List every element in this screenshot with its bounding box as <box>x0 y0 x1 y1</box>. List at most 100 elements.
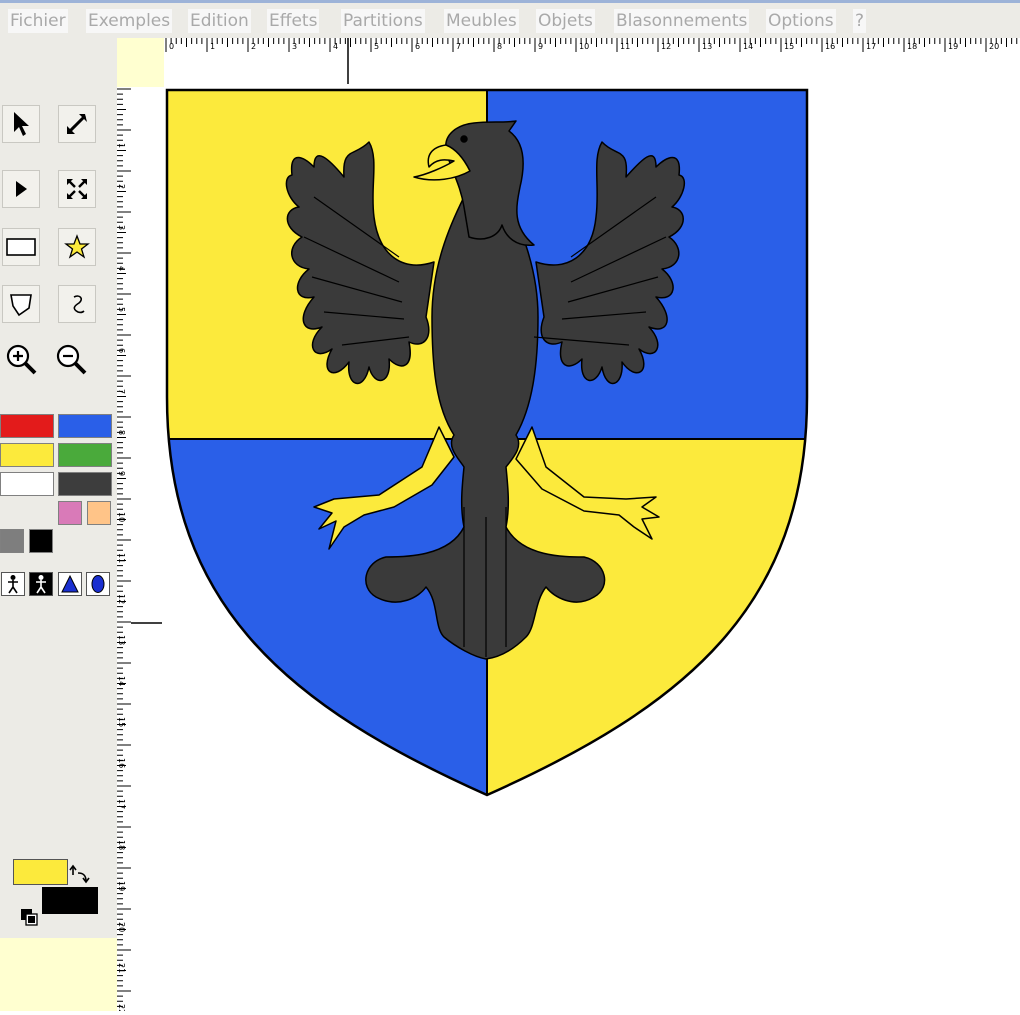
ruler-label: 12 <box>661 42 671 51</box>
person-icon <box>8 575 18 594</box>
ruler-label: 11 <box>117 553 126 563</box>
rectangle-icon <box>6 238 36 256</box>
default-colors-icon[interactable] <box>18 906 40 928</box>
menu-options[interactable]: Options <box>766 9 836 33</box>
ruler-label: 17 <box>117 799 126 809</box>
menu-exemples[interactable]: Exemples <box>86 9 173 33</box>
color-swatch-dark-gray[interactable] <box>58 472 112 496</box>
ruler-label: 16 <box>825 42 835 51</box>
ruler-label: 9 <box>538 42 543 51</box>
horizontal-ruler-scale: 0123456789101112131415161718192021 <box>165 38 1018 84</box>
foreground-color[interactable] <box>13 859 68 885</box>
lasso-tool[interactable] <box>58 285 96 323</box>
zoom-in-icon <box>6 344 37 375</box>
ruler-label: 15 <box>784 42 794 51</box>
vertical-ruler[interactable]: 1 2 3 4 5 6 7 8 9 10 11 12 13 14 15 16 17 18 19 20 21 22 <box>117 87 164 1011</box>
menu-blasonnements[interactable]: Blasonnements <box>614 9 750 33</box>
ruler-label: 20 <box>117 922 126 932</box>
zoom-in-tool[interactable] <box>2 340 40 378</box>
color-swatch-white[interactable] <box>0 472 54 496</box>
ruler-label: 4 <box>117 266 126 271</box>
rectangle-tool[interactable] <box>2 228 40 266</box>
color-swatch-red[interactable] <box>0 414 54 438</box>
polygon-icon <box>10 294 32 317</box>
pointer-icon <box>16 181 27 197</box>
ruler-label: 19 <box>948 42 958 51</box>
zoom-out-icon <box>56 344 87 375</box>
move-arrows-icon <box>67 179 87 199</box>
color-swatch-black[interactable] <box>29 529 53 553</box>
ruler-label: 21 <box>117 963 126 973</box>
figure-white-button[interactable] <box>1 572 25 596</box>
lasso-icon <box>73 295 85 314</box>
color-swatch-green[interactable] <box>58 443 112 467</box>
ruler-label: 13 <box>702 42 712 51</box>
color-swatch-blue[interactable] <box>58 414 112 438</box>
polygon-tool[interactable] <box>2 285 40 323</box>
ruler-label: 18 <box>117 840 126 850</box>
ruler-label: 7 <box>456 42 461 51</box>
menu-meubles[interactable]: Meubles <box>444 9 519 33</box>
ruler-label: 5 <box>374 42 379 51</box>
menu-effets[interactable]: Effets <box>267 9 320 33</box>
ruler-label: 11 <box>620 42 630 51</box>
ruler-label: 10 <box>579 42 589 51</box>
eagle-eye <box>460 135 468 143</box>
menu-partitions[interactable]: Partitions <box>341 9 425 33</box>
coat-of-arms[interactable] <box>164 87 1020 1011</box>
zoom-out-tool[interactable] <box>52 340 90 378</box>
move-arrows-tool[interactable] <box>58 170 96 208</box>
ruler-label: 0 <box>169 42 174 51</box>
ruler-label: 13 <box>117 635 126 645</box>
color-swatch-peach[interactable] <box>87 501 111 525</box>
menu-fichier[interactable]: Fichier <box>8 9 68 33</box>
triangle-blue-button[interactable] <box>58 572 82 596</box>
ruler-label: 4 <box>333 42 338 51</box>
resize-diagonal-icon <box>67 114 87 134</box>
resize-diagonal-tool[interactable] <box>58 105 96 143</box>
ruler-label: 9 <box>117 471 126 476</box>
menu-bar: Fichier Exemples Edition Effets Partitio… <box>0 0 1020 38</box>
background-color[interactable] <box>42 887 98 914</box>
ruler-label: 15 <box>117 717 126 727</box>
ruler-label: 17 <box>866 42 876 51</box>
color-swatch-yellow[interactable] <box>0 443 54 467</box>
pointer-tool[interactable] <box>2 170 40 208</box>
ruler-label: 6 <box>415 42 420 51</box>
ruler-label: 18 <box>907 42 917 51</box>
ruler-label: 2 <box>117 184 126 189</box>
ruler-label: 6 <box>117 348 126 353</box>
ruler-label: 22 <box>117 1004 126 1011</box>
menu-help[interactable]: ? <box>853 9 867 33</box>
ruler-label: 12 <box>117 594 126 604</box>
ruler-label: 14 <box>117 676 126 686</box>
ruler-label: 14 <box>743 42 753 51</box>
ruler-label: 20 <box>989 42 999 51</box>
select-arrow-icon <box>14 112 29 136</box>
ruler-label: 8 <box>497 42 502 51</box>
figure-black-button[interactable] <box>29 572 53 596</box>
ruler-label: 3 <box>117 225 126 230</box>
ruler-label: 1 <box>117 143 126 148</box>
ruler-label: 8 <box>117 430 126 435</box>
swap-colors-icon[interactable] <box>68 863 92 887</box>
toolbar-footer <box>0 938 117 1011</box>
star-icon <box>64 234 90 259</box>
ruler-label: 3 <box>292 42 297 51</box>
ruler-label: 19 <box>117 881 126 891</box>
color-swatch-gray[interactable] <box>0 529 24 553</box>
vertical-ruler-scale: 12345678910111213141516171819202122 <box>117 88 162 1011</box>
ruler-label: 16 <box>117 758 126 768</box>
triangle-icon <box>61 574 79 593</box>
horizontal-ruler[interactable]: 0123456789101112131415161718192021 <box>164 38 1020 88</box>
menu-objets[interactable]: Objets <box>536 9 595 33</box>
color-swatch-pink[interactable] <box>58 501 82 525</box>
star-tool[interactable] <box>58 228 96 266</box>
menu-edition[interactable]: Edition <box>188 9 251 33</box>
oval-blue-button[interactable] <box>86 572 110 596</box>
ruler-label: 10 <box>117 512 126 522</box>
select-arrow-tool[interactable] <box>2 105 40 143</box>
drawing-canvas[interactable] <box>164 87 1020 1011</box>
ruler-label: 7 <box>117 389 126 394</box>
ruler-label: 1 <box>210 42 215 51</box>
